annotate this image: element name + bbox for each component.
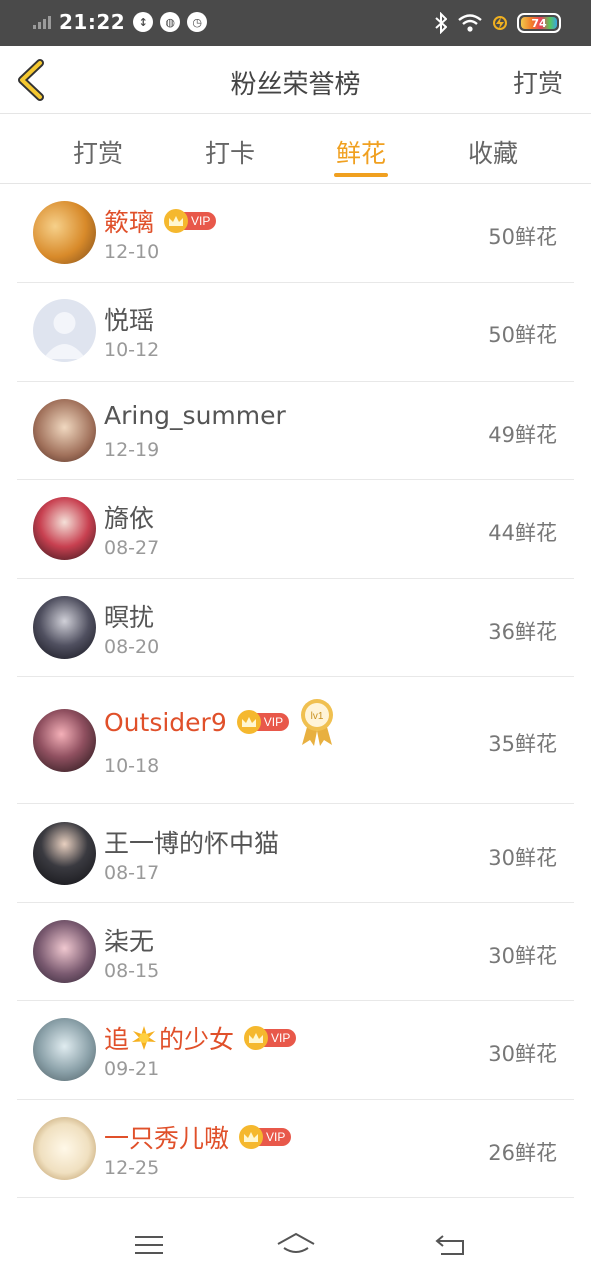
vip-badge: VIP: [236, 710, 290, 734]
fan-date: 12-19: [104, 439, 160, 461]
fan-date: 12-25: [104, 1157, 160, 1179]
crown-icon: [236, 710, 261, 734]
alarm-icon: ◷: [187, 12, 208, 32]
list-item[interactable]: 追 的少女 VIP 09-21 30鲜花: [17, 1001, 574, 1100]
flower-count: 30鲜花: [488, 846, 557, 870]
avatar: [33, 1018, 96, 1081]
tab-reward[interactable]: 打赏: [58, 134, 138, 170]
wifi-icon: [458, 14, 482, 32]
flower-count: 49鲜花: [488, 423, 557, 447]
fan-name: Aring_summer: [104, 401, 286, 430]
active-tab-indicator: [334, 173, 388, 177]
home-icon[interactable]: [276, 1230, 316, 1260]
fan-name: 一只秀儿嗷: [104, 1124, 230, 1153]
flower-count: 50鲜花: [488, 225, 557, 249]
avatar: [33, 596, 96, 659]
avatar: [33, 709, 96, 772]
list-item[interactable]: 簌璃 VIP 12-10 50鲜花: [17, 185, 574, 283]
crown-icon: [244, 1026, 269, 1050]
menu-icon[interactable]: [129, 1230, 169, 1260]
fan-date: 08-20: [104, 636, 160, 658]
flower-count: 26鲜花: [488, 1141, 557, 1165]
tab-flowers[interactable]: 鲜花: [321, 134, 401, 170]
bluetooth-icon: [435, 12, 447, 34]
tab-favorites[interactable]: 收藏: [453, 134, 533, 170]
page-title: 粉丝荣誉榜: [230, 70, 361, 100]
fan-name: 暝扰: [104, 603, 155, 632]
tab-bar: 打赏 打卡 鲜花 收藏: [0, 115, 591, 184]
avatar: [33, 920, 96, 983]
status-bar: 21:22 ↕ ◍ ◷ 74: [0, 0, 591, 46]
fan-name: 追: [104, 1025, 130, 1054]
fan-name: 簌璃: [104, 208, 155, 237]
tab-checkin[interactable]: 打卡: [190, 134, 270, 170]
level-medal-icon: lv1: [301, 699, 334, 746]
avatar: [33, 497, 96, 560]
vip-badge: VIP: [244, 1026, 297, 1050]
fan-date: 12-10: [104, 241, 160, 263]
list-item[interactable]: Aring_summer 12-19 49鲜花: [17, 382, 574, 480]
header: 粉丝荣誉榜 打赏: [0, 46, 591, 114]
sun-emoji-icon: [132, 1026, 157, 1050]
list-item[interactable]: 暝扰 08-20 36鲜花: [17, 579, 574, 677]
signal-icon: [33, 15, 51, 29]
crown-icon: [164, 209, 189, 233]
fan-date: 09-21: [104, 1058, 160, 1080]
flower-count: 36鲜花: [488, 620, 557, 644]
fan-name-suffix: 的少女: [159, 1025, 235, 1054]
list-item[interactable]: Outsider9 VIP lv1 10-18 35鲜花: [17, 677, 574, 804]
reward-button[interactable]: 打赏: [513, 64, 563, 100]
wechat-icon: ◍: [160, 12, 181, 32]
back-arrow-icon[interactable]: [431, 1230, 471, 1260]
fan-date: 10-18: [104, 755, 160, 777]
flower-count: 44鲜花: [488, 521, 557, 545]
data-icon: ↕: [133, 12, 154, 32]
fan-name: 王一博的怀中猫: [104, 829, 280, 858]
avatar: [33, 1117, 96, 1180]
fan-name: 柒无: [104, 927, 155, 956]
list-item[interactable]: 一只秀儿嗷 VIP 12-25 26鲜花: [17, 1100, 574, 1198]
avatar: [33, 201, 96, 264]
vip-badge: VIP: [239, 1125, 292, 1149]
fan-date: 08-17: [104, 862, 160, 884]
crown-icon: [239, 1125, 264, 1149]
fan-name: 悦瑶: [104, 306, 155, 335]
fan-name: Outsider9: [104, 707, 227, 737]
list-item[interactable]: 王一博的怀中猫 08-17 30鲜花: [17, 804, 574, 903]
avatar: [33, 399, 96, 462]
list-item[interactable]: 旖依 08-27 44鲜花: [17, 480, 574, 579]
status-time: 21:22: [59, 10, 126, 34]
vip-badge: VIP: [164, 209, 217, 233]
battery-level: 74: [531, 16, 547, 30]
flower-count: 50鲜花: [488, 323, 557, 347]
fan-date: 08-15: [104, 960, 160, 982]
list-item[interactable]: 柒无 08-15 30鲜花: [17, 903, 574, 1001]
avatar-placeholder-icon: [33, 299, 96, 362]
flower-count: 35鲜花: [488, 732, 557, 756]
fan-date: 10-12: [104, 339, 160, 361]
list-item[interactable]: 悦瑶 10-12 50鲜花: [17, 283, 574, 382]
battery-icon: 74: [517, 13, 561, 33]
avatar: [33, 822, 96, 885]
fan-date: 08-27: [104, 537, 160, 559]
system-nav-bar: [0, 1200, 591, 1280]
fan-list: 簌璃 VIP 12-10 50鲜花 悦瑶 10-12 50鲜花 Aring_su…: [17, 185, 574, 1198]
flower-count: 30鲜花: [488, 944, 557, 968]
charging-icon: [493, 16, 507, 30]
flower-count: 30鲜花: [488, 1042, 557, 1066]
svg-text:lv1: lv1: [311, 711, 324, 722]
fan-name: 旖依: [104, 504, 155, 533]
